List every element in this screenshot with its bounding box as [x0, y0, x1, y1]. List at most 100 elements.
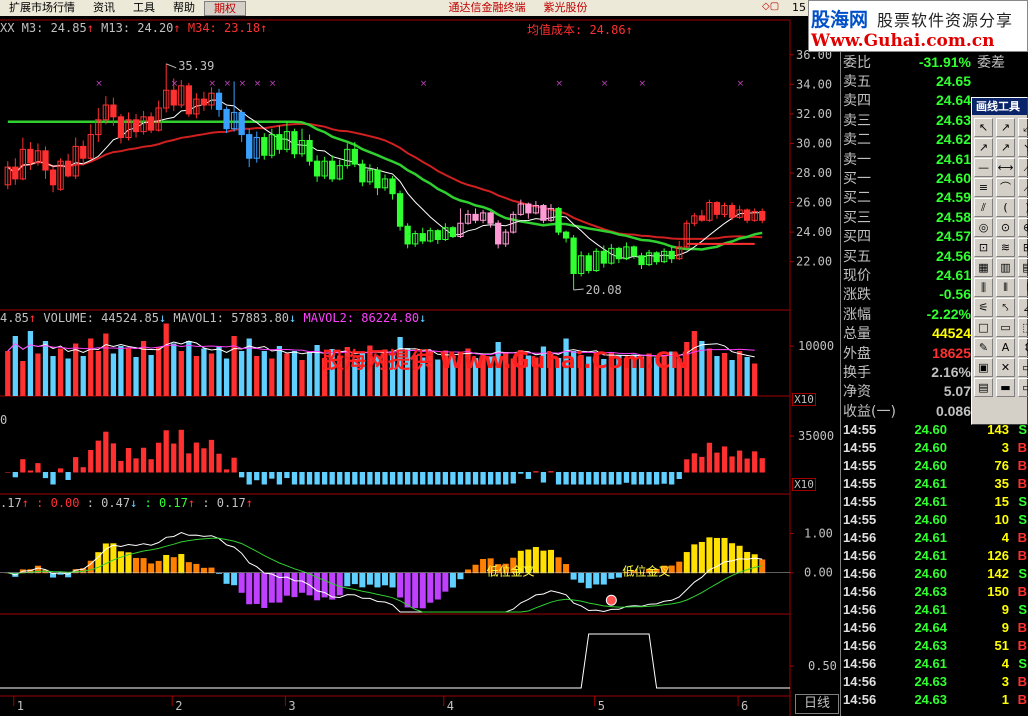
draw-tool-button[interactable]: ▤ — [974, 378, 993, 397]
oscillator-bar — [314, 472, 320, 485]
quote-row: 涨跌-0.56最 — [843, 285, 991, 304]
draw-tool-button[interactable]: ⤣ — [996, 298, 1015, 317]
volume-bar — [178, 351, 184, 396]
signal-marker: × — [601, 79, 609, 89]
quote-value: 24.59 — [935, 189, 971, 206]
draw-tool-button[interactable]: A — [996, 338, 1015, 357]
draw-tool-button[interactable]: ↗ — [996, 138, 1015, 157]
draw-tool-button[interactable]: ▭ — [1018, 358, 1028, 377]
draw-tool-button[interactable]: ⦚ — [1018, 278, 1028, 297]
oscillator-bar — [669, 472, 675, 485]
quote-label: 净资 — [843, 384, 871, 401]
oscillator-bar — [540, 472, 547, 483]
tick-row: 14:56 24.64 9 B — [843, 618, 1027, 636]
draw-tool-button[interactable]: ⤢ — [1018, 118, 1028, 137]
drawing-toolbox[interactable]: 画线工具 ↖↗⤢↗↗↘—⟷⟋≡⌒⟋⫽()◎⊙⊕⊡≋⊞▦▥▤⫼⫴⦚⚟⤣⊿□▭⬚✎A… — [971, 97, 1028, 425]
candle-body — [419, 233, 426, 242]
draw-tool-button[interactable]: ⫼ — [974, 278, 993, 297]
oscillator-bar — [5, 472, 11, 473]
oscillator-bar — [646, 472, 652, 485]
tick-row: 14:56 24.61 9 S — [843, 600, 1027, 618]
macd-bar — [155, 560, 162, 574]
signal-step-line — [0, 633, 790, 689]
signal-marker: × — [239, 79, 247, 89]
tick-pr: 24.60 — [914, 439, 947, 455]
draw-tool-button[interactable]: ◎ — [974, 218, 993, 237]
candle-body — [42, 150, 49, 171]
draw-tool-button[interactable]: □ — [974, 318, 993, 337]
tick-bs: B — [1017, 475, 1027, 491]
volume-bar — [27, 331, 34, 396]
volume-bar — [110, 353, 117, 396]
period-daily-button[interactable]: 日线 — [795, 694, 839, 714]
x-tick-label: 3 — [288, 699, 295, 713]
draw-tool-button[interactable]: ↖ — [974, 118, 993, 137]
macd-ind-0: .17 — [0, 496, 22, 510]
x-tick-label: 4 — [447, 699, 454, 713]
quote-row: 总量44524量 — [843, 324, 991, 343]
draw-tool-button[interactable]: ↗ — [996, 118, 1015, 137]
quote-label: 卖二 — [843, 132, 871, 149]
macd-bar — [185, 562, 192, 574]
draw-tool-button[interactable]: ⊞ — [1018, 238, 1028, 257]
draw-tool-button[interactable]: ⟷ — [996, 158, 1015, 177]
draw-tool-button[interactable]: ▥ — [996, 258, 1015, 277]
draw-tool-button[interactable]: ⫴ — [996, 278, 1015, 297]
quote-value: 24.57 — [935, 228, 971, 245]
macd-ind-1: ↑ — [21, 496, 29, 510]
draw-tool-button[interactable]: ⌒ — [996, 178, 1015, 197]
draw-tool-button[interactable]: ▭ — [1018, 378, 1028, 397]
oscillator-bar — [254, 472, 260, 481]
draw-tool-button[interactable]: ⟋ — [1018, 158, 1028, 177]
menu-item-help[interactable]: 帮助 — [164, 0, 204, 16]
draw-tool-button[interactable]: ↘ — [1018, 138, 1028, 157]
volume-bar — [223, 358, 230, 396]
draw-tool-button[interactable]: ⊿ — [1018, 298, 1028, 317]
draw-tool-button[interactable]: — — [974, 158, 993, 177]
draw-tool-button[interactable]: ⊙ — [996, 218, 1015, 237]
draw-tool-button[interactable]: ≋ — [996, 238, 1015, 257]
draw-tool-button[interactable]: ✕ — [996, 358, 1015, 377]
menu-item-tools[interactable]: 工具 — [124, 0, 164, 16]
draw-tool-button[interactable]: ▤ — [1018, 258, 1028, 277]
draw-tool-button[interactable]: ⬚ — [1018, 318, 1028, 337]
draw-tool-button[interactable]: ) — [1018, 198, 1028, 217]
volume-bar — [706, 348, 713, 396]
draw-tool-button[interactable]: ▣ — [974, 358, 993, 377]
draw-tool-button[interactable]: ▬ — [996, 378, 1015, 397]
x-tick-label: 6 — [741, 699, 748, 713]
oscillator-bar — [736, 450, 743, 473]
draw-tool-button[interactable]: ✎ — [974, 338, 993, 357]
tick-bs: B — [1017, 619, 1027, 635]
draw-tool-button[interactable]: ⚟ — [974, 298, 993, 317]
draw-tool-button[interactable]: ≡ — [974, 178, 993, 197]
draw-tool-button[interactable]: ( — [996, 198, 1015, 217]
tick-row: 14:56 24.61 4 B — [843, 528, 1027, 546]
candle-body — [698, 215, 706, 221]
menu-item-options[interactable]: 期权 — [204, 0, 246, 16]
draw-tool-button[interactable]: ⫽ — [974, 198, 993, 217]
panel-tab[interactable]: 15 — [790, 0, 808, 16]
candle-body — [449, 227, 457, 238]
menu-item-news[interactable]: 资讯 — [84, 0, 124, 16]
tick-bs: B — [1017, 673, 1027, 689]
tick-vo: 10 — [994, 511, 1009, 527]
draw-tool-button[interactable]: ⟋ — [1018, 178, 1028, 197]
window-buttons[interactable]: ◇▢ — [762, 1, 779, 12]
draw-tool-button[interactable]: ⊡ — [974, 238, 993, 257]
draw-tool-button[interactable]: ▦ — [974, 258, 993, 277]
draw-tool-button[interactable]: ⊕ — [1018, 218, 1028, 237]
draw-tool-button[interactable]: ↗ — [974, 138, 993, 157]
macd-bar — [480, 558, 487, 574]
quote-value: -31.91% — [918, 53, 971, 70]
candle-body — [238, 111, 245, 136]
oscillator-bar — [193, 442, 200, 473]
candle-body — [743, 209, 751, 221]
macd-bar — [351, 572, 358, 585]
tick-tm: 14:56 — [843, 529, 877, 545]
draw-tool-button[interactable]: ▭ — [996, 318, 1015, 337]
menu-item-extended-market[interactable]: 扩展市场行情 — [0, 0, 84, 16]
draw-tool-button[interactable]: ⇕ — [1018, 338, 1028, 357]
quote-value: 24.61 — [935, 150, 971, 167]
oscillator-bar — [714, 452, 720, 473]
